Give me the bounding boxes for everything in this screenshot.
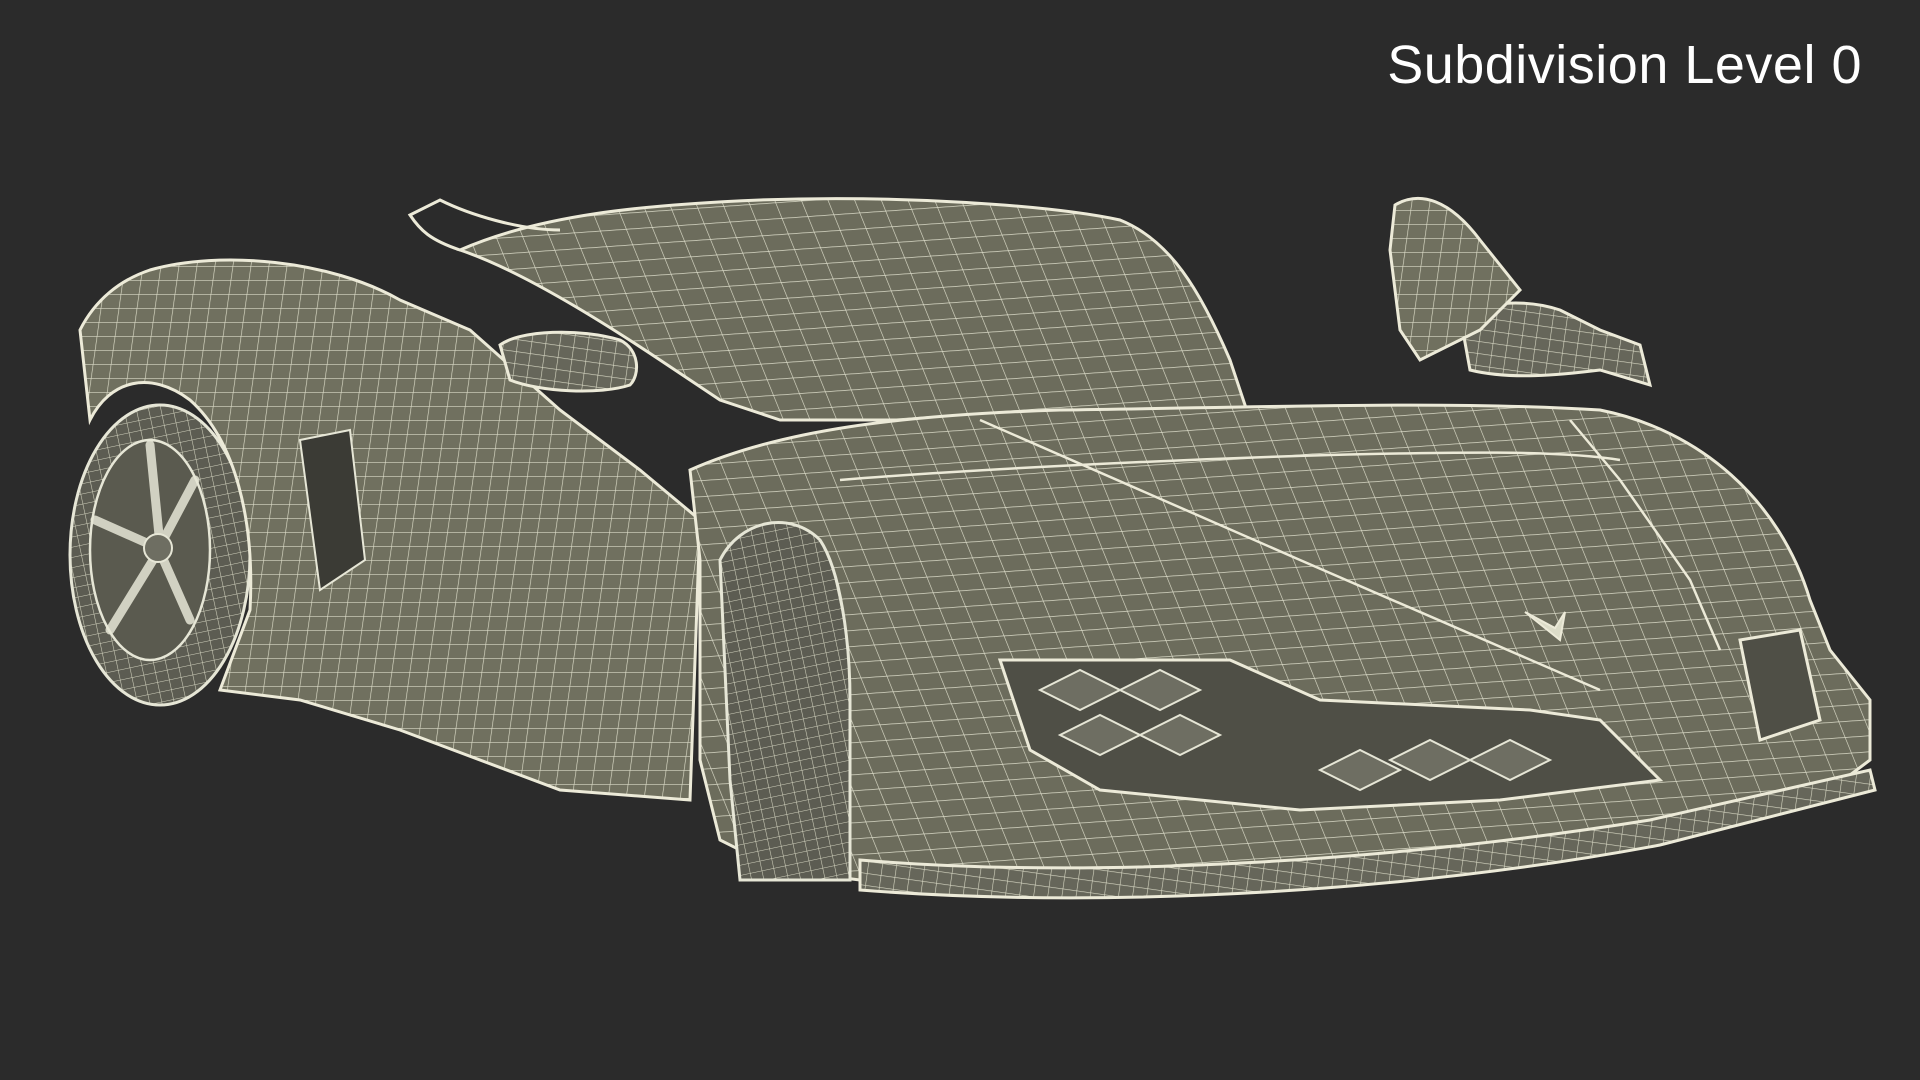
render-viewport: Subdivision Level 0 <box>0 0 1920 1080</box>
subdivision-level-label: Subdivision Level 0 <box>1387 35 1862 95</box>
car-wireframe-render <box>68 196 1877 900</box>
front-wheel <box>718 521 852 882</box>
rear-wheel <box>68 403 252 707</box>
left-side-mirror <box>498 330 639 393</box>
